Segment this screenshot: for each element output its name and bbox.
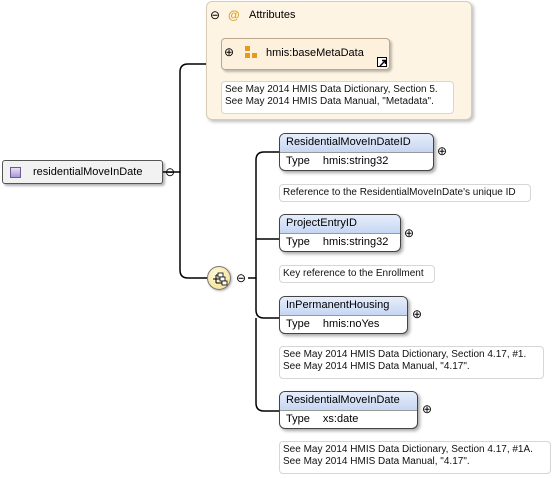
type-label: Type [286,236,310,248]
root-collapse-button[interactable]: ⊖ [165,165,175,179]
sequence-compositor-icon[interactable] [207,266,231,290]
element-type-row: Type hmis:string32 [280,153,433,170]
element-expand-button[interactable]: ⊕ [412,307,422,321]
element-name: InPermanentHousing [280,297,407,316]
type-label: Type [286,413,310,425]
element-expand-button[interactable]: ⊕ [437,144,447,158]
attributes-title: Attributes [249,9,296,21]
element-doc: Key reference to the Enrollment [279,265,435,283]
attributes-doc-line: See May 2014 HMIS Data Manual, "Metadata… [225,96,434,107]
attributes-connector [163,63,206,173]
element-box-inpermanenthousing[interactable]: InPermanentHousing Type hmis:noYes [279,296,408,334]
element-doc-line: See May 2014 HMIS Data Manual, "4.17". [283,456,470,467]
sequence-connector [179,172,207,279]
element-3-connector [255,278,279,319]
element-4-connector [255,318,279,412]
at-sign-icon: @ [228,8,240,22]
sequence-collapse-button[interactable]: ⊖ [236,271,246,285]
attributes-doc: See May 2014 HMIS Data Dictionary, Secti… [221,81,454,114]
attribute-group-icon [245,46,258,59]
shortcut-arrow-icon [377,57,387,67]
element-doc: See May 2014 HMIS Data Dictionary, Secti… [279,346,544,379]
element-box-projectentryid[interactable]: ProjectEntryID Type hmis:string32 [279,214,401,252]
attribute-ref-name: hmis:baseMetaData [266,47,364,59]
element-doc-line: Reference to the ResidentialMoveInDate's… [283,187,516,198]
element-doc-line: See May 2014 HMIS Data Manual, "4.17". [283,361,470,372]
element-doc: Reference to the ResidentialMoveInDate's… [279,184,531,202]
root-element-name: residentialMoveInDate [33,166,143,178]
type-value: hmis:string32 [322,236,389,248]
element-box-residentialmoveindateid[interactable]: ResidentialMoveInDateID Type hmis:string… [279,133,434,171]
element-name: ResidentialMoveInDateID [280,134,433,153]
element-doc-line: See May 2014 HMIS Data Dictionary, Secti… [283,349,527,360]
element-name: ProjectEntryID [280,215,400,234]
type-label: Type [286,155,310,167]
type-value: hmis:string32 [322,155,389,167]
attribute-expand-button[interactable]: ⊕ [224,45,234,59]
element-expand-button[interactable]: ⊕ [404,226,414,240]
type-value: hmis:noYes [322,318,380,330]
element-type-row: Type hmis:string32 [280,234,400,251]
attributes-group: ⊖ @ Attributes ⊕ hmis:baseMetaData See M… [206,1,472,120]
element-doc-line: See May 2014 HMIS Data Dictionary, Secti… [283,444,533,455]
root-element-box[interactable]: residentialMoveInDate [2,160,163,184]
type-label: Type [286,318,310,330]
element-type-row: Type hmis:noYes [280,316,407,333]
element-type-row: Type xs:date [280,411,417,428]
attribute-ref-box[interactable]: ⊕ hmis:baseMetaData [221,38,390,70]
element-icon [10,167,21,178]
element-box-residentialmoveindate[interactable]: ResidentialMoveInDate Type xs:date [279,391,418,429]
type-value: xs:date [322,413,359,425]
element-expand-button[interactable]: ⊕ [422,402,432,416]
attributes-collapse-button[interactable]: ⊖ [210,8,220,22]
attributes-doc-line: See May 2014 HMIS Data Dictionary, Secti… [225,84,438,95]
element-1-connector [248,151,279,279]
element-doc: See May 2014 HMIS Data Dictionary, Secti… [279,441,551,474]
element-doc-line: Key reference to the Enrollment [283,268,424,279]
element-name: ResidentialMoveInDate [280,392,417,411]
